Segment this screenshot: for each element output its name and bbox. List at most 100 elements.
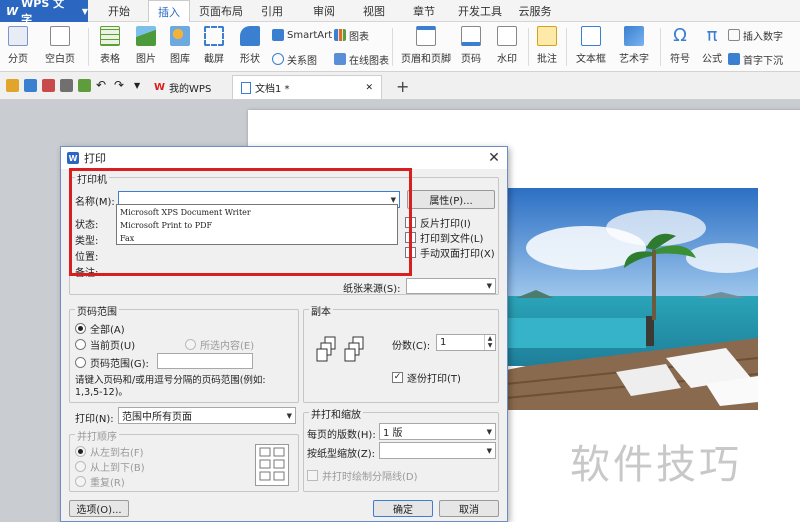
export-pdf-icon[interactable]	[42, 79, 55, 92]
paper-source-select[interactable]: ▼	[406, 278, 496, 294]
tab-review[interactable]: 审阅	[304, 0, 344, 22]
manual-duplex-checkbox[interactable]: 手动双面打印(X)	[405, 245, 495, 260]
print-to-file-checkbox[interactable]: 打印到文件(L)	[405, 230, 483, 245]
collate-preview-icon	[313, 335, 367, 377]
beach-photo-image	[506, 188, 758, 410]
shape-icon	[240, 26, 260, 46]
print-preview-icon[interactable]	[78, 79, 91, 92]
picture-button[interactable]: 图片	[130, 26, 162, 68]
table-icon	[100, 26, 120, 46]
shape-button[interactable]: 形状	[234, 26, 266, 68]
redo-icon[interactable]: ↷	[114, 79, 127, 92]
beach-photo	[506, 188, 758, 410]
pages-per-sheet-label: 每页的版数(H):	[307, 430, 376, 441]
close-icon[interactable]: ✕	[485, 149, 503, 167]
copies-label: 份数(C):	[392, 341, 431, 352]
textbox-button[interactable]: 文本框	[570, 26, 612, 68]
options-button[interactable]: 选项(O)...	[69, 500, 129, 517]
wordart-button[interactable]: 艺术字	[614, 26, 654, 68]
tab-developer[interactable]: 开发工具	[452, 0, 508, 22]
tab-insert[interactable]: 插入	[148, 0, 190, 22]
ok-button[interactable]: 确定	[373, 500, 433, 517]
chevron-down-icon: ▼	[81, 6, 88, 16]
dropcap-button[interactable]: 首字下沉	[728, 52, 783, 67]
open-icon[interactable]	[6, 79, 19, 92]
header-footer-icon	[416, 26, 436, 46]
dialog-title-bar[interactable]: W 打印	[61, 147, 507, 169]
close-icon[interactable]: ✕	[365, 83, 373, 93]
draw-separator-checkbox[interactable]: 并打时绘制分隔线(D)	[307, 468, 418, 483]
print-subset-label: 打印(N):	[75, 414, 114, 425]
tab-home[interactable]: 开始	[100, 0, 138, 22]
chart-button[interactable]: 图表	[334, 28, 369, 43]
scale-select[interactable]: ▼	[379, 442, 496, 459]
wps-logo-icon: W	[6, 4, 19, 18]
smartart-icon	[272, 29, 284, 41]
tab-references[interactable]: 引用	[252, 0, 292, 22]
page-range-input[interactable]	[157, 353, 253, 369]
comment-icon	[537, 26, 557, 46]
order-preview-icon	[255, 444, 289, 486]
table-button[interactable]: 表格	[94, 26, 126, 68]
ribbon: 分页 空白页 表格 图片 图库 截屏 形状 SmartArt 图表 关系图 在线…	[0, 22, 800, 72]
comment-button[interactable]: 批注	[532, 26, 562, 68]
print-icon[interactable]	[60, 79, 73, 92]
tab-cloud[interactable]: 云服务	[512, 0, 558, 22]
undo-icon[interactable]: ↶	[96, 79, 109, 92]
current-page-radio[interactable]: 当前页(U)	[75, 337, 135, 352]
page-break-icon	[8, 26, 28, 46]
radio-dot	[75, 323, 86, 334]
document-icon	[241, 81, 251, 94]
blank-page-button[interactable]: 空白页	[40, 26, 80, 68]
formula-button[interactable]: π 公式	[698, 26, 726, 68]
smartart-button[interactable]: SmartArt	[272, 28, 332, 42]
chevron-down-icon: ▼	[486, 446, 492, 455]
repeat-radio[interactable]: 重复(R)	[75, 474, 125, 489]
all-pages-radio[interactable]: 全部(A)	[75, 321, 125, 336]
page-range-radio[interactable]: 页码范围(G):	[75, 355, 149, 370]
save-icon[interactable]	[24, 79, 37, 92]
tab-chapter[interactable]: 章节	[404, 0, 444, 22]
highlight-annotation-box	[69, 168, 412, 276]
scale-label: 按纸型缩放(Z):	[307, 449, 376, 460]
tab-page-layout[interactable]: 页面布局	[196, 0, 246, 22]
relation-chart-button[interactable]: 关系图	[272, 52, 317, 67]
chevron-down-icon: ▼	[286, 411, 292, 420]
tab-mywps[interactable]: W 我的WPS	[146, 75, 219, 99]
radio-dot	[75, 339, 86, 350]
tab-view[interactable]: 视图	[354, 0, 394, 22]
page-range-hint: 请键入页码和/或用逗号分隔的页码范围(例如: 1,3,5-12)。	[75, 375, 266, 398]
online-chart-icon	[334, 53, 346, 65]
app-menu-button[interactable]: W WPS 文字 ▼	[0, 0, 88, 26]
symbol-button[interactable]: Ω 符号	[664, 26, 696, 68]
screenshot-button[interactable]: 截屏	[198, 26, 230, 68]
new-tab-plus-icon[interactable]: +	[396, 77, 409, 96]
page-break-button[interactable]: 分页	[4, 26, 32, 68]
gallery-button[interactable]: 图库	[164, 26, 196, 68]
radio-dot	[75, 461, 86, 472]
cancel-button[interactable]: 取消	[439, 500, 499, 517]
page-range-group-label: 页码范围	[75, 303, 119, 318]
selection-radio[interactable]: 所选内容(E)	[185, 337, 254, 352]
radio-dot	[75, 476, 86, 487]
collate-checkbox[interactable]: ✓ 逐份打印(T)	[392, 370, 461, 385]
print-subset-select[interactable]: 范围中所有页面 ▼	[118, 407, 296, 424]
left-to-right-radio[interactable]: 从左到右(F)	[75, 444, 144, 459]
dropcap-icon	[728, 53, 740, 65]
watermark-icon	[497, 26, 517, 46]
top-to-bottom-radio[interactable]: 从上到下(B)	[75, 459, 145, 474]
order-grid-icon	[259, 447, 285, 481]
properties-button[interactable]: 属性(P)...	[407, 190, 495, 209]
tab-document1[interactable]: 文档1 * ✕	[232, 75, 382, 99]
reverse-print-checkbox[interactable]: 反片打印(I)	[405, 215, 471, 230]
header-footer-button[interactable]: 页眉和页脚	[398, 26, 454, 68]
copies-group-label: 副本	[309, 303, 333, 318]
page-number-button[interactable]: 页码	[456, 26, 486, 68]
pages-per-sheet-select[interactable]: 1 版 ▼	[379, 423, 496, 440]
watermark-button[interactable]: 水印	[490, 26, 524, 68]
copies-spinner[interactable]: ▲ ▼	[484, 335, 495, 350]
insert-number-button[interactable]: 插入数字	[728, 28, 783, 43]
relation-icon	[272, 53, 284, 65]
ribbon-divider	[660, 28, 661, 66]
online-chart-button[interactable]: 在线图表	[334, 52, 389, 67]
